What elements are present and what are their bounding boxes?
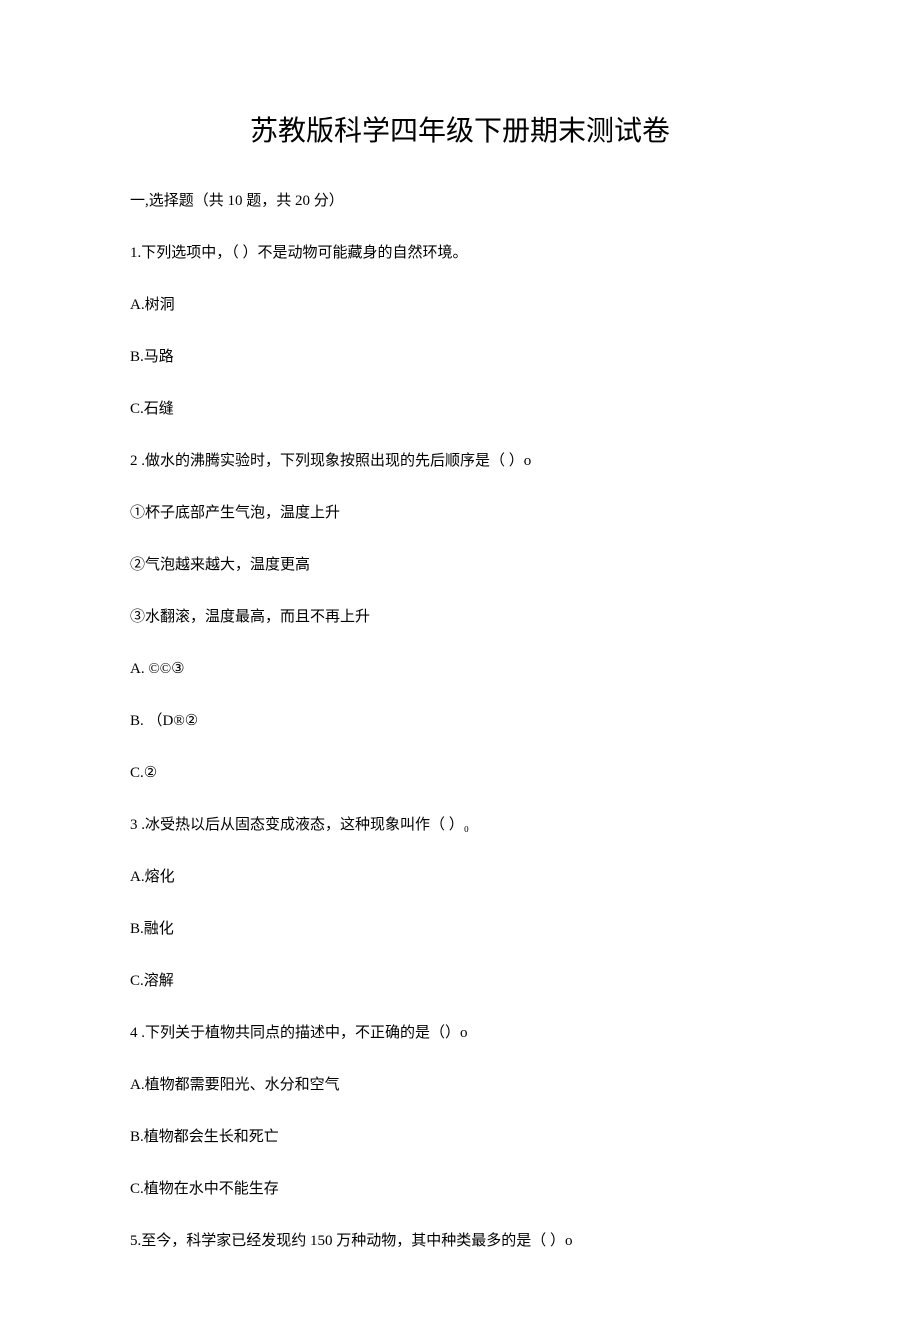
exam-page: 苏教版科学四年级下册期末测试卷 一,选择题（共 10 题，共 20 分） 1.下… [0, 0, 920, 1341]
q4-stem: 4 .下列关于植物共同点的描述中，不正确的是（）o [130, 1021, 790, 1045]
q5-stem: 5.至今，科学家已经发现约 150 万种动物，其中种类最多的是（ ）o [130, 1229, 790, 1253]
q2-option-b: B. （D®② [130, 709, 790, 733]
q2-option-c: C.② [130, 761, 790, 785]
q3-option-c: C.溶解 [130, 969, 790, 993]
q1-option-c: C.石缝 [130, 397, 790, 421]
q2-sub2: ②气泡越来越大，温度更高 [130, 553, 790, 577]
q2-option-a: A. ©©③ [130, 657, 790, 681]
exam-title: 苏教版科学四年级下册期末测试卷 [130, 109, 790, 149]
q1-stem: 1.下列选项中，（ ）不是动物可能藏身的自然环境。 [130, 241, 790, 265]
q2-sub1: ①杯子底部产生气泡，温度上升 [130, 501, 790, 525]
q1-option-b: B.马路 [130, 345, 790, 369]
q1-option-a: A.树洞 [130, 293, 790, 317]
q2-stem: 2 .做水的沸腾实验时，下列现象按照出现的先后顺序是（ ）o [130, 449, 790, 473]
q4-option-b: B.植物都会生长和死亡 [130, 1125, 790, 1149]
q4-option-c: C.植物在水中不能生存 [130, 1177, 790, 1201]
q4-option-a: A.植物都需要阳光、水分和空气 [130, 1073, 790, 1097]
q3-option-b: B.融化 [130, 917, 790, 941]
section-header: 一,选择题（共 10 题，共 20 分） [130, 189, 790, 213]
q3-stem: 3 .冰受热以后从固态变成液态，这种现象叫作（ ）₀ [130, 813, 790, 837]
q3-option-a: A.熔化 [130, 865, 790, 889]
q2-sub3: ③水翻滚，温度最高，而且不再上升 [130, 605, 790, 629]
